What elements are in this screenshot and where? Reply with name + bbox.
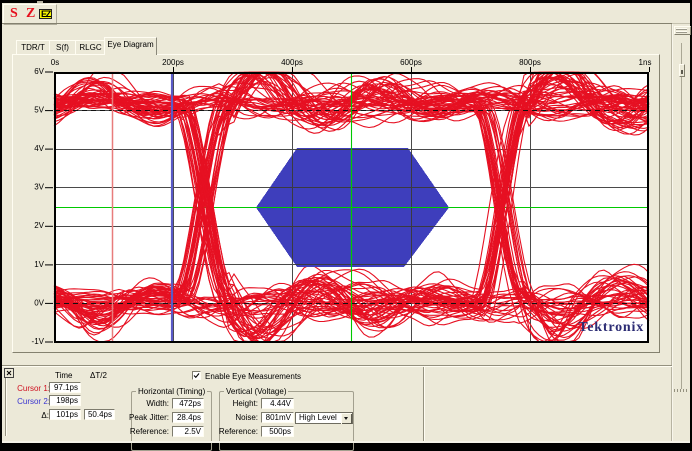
svg-text:4V: 4V	[34, 144, 44, 153]
svg-text:Tektronix: Tektronix	[578, 320, 644, 335]
svg-text:1ns: 1ns	[639, 58, 652, 67]
svg-text:6V: 6V	[34, 67, 44, 76]
svg-text:0V: 0V	[34, 298, 44, 307]
svg-text:400ps: 400ps	[281, 58, 303, 67]
svg-text:1V: 1V	[34, 260, 44, 269]
svg-text:600ps: 600ps	[400, 58, 422, 67]
svg-text:0s: 0s	[51, 58, 59, 67]
svg-text:200ps: 200ps	[162, 58, 184, 67]
svg-text:2V: 2V	[34, 221, 44, 230]
svg-text:3V: 3V	[34, 183, 44, 192]
svg-text:800ps: 800ps	[519, 58, 541, 67]
svg-text:5V: 5V	[34, 106, 44, 115]
svg-text:-1V: -1V	[32, 337, 45, 346]
